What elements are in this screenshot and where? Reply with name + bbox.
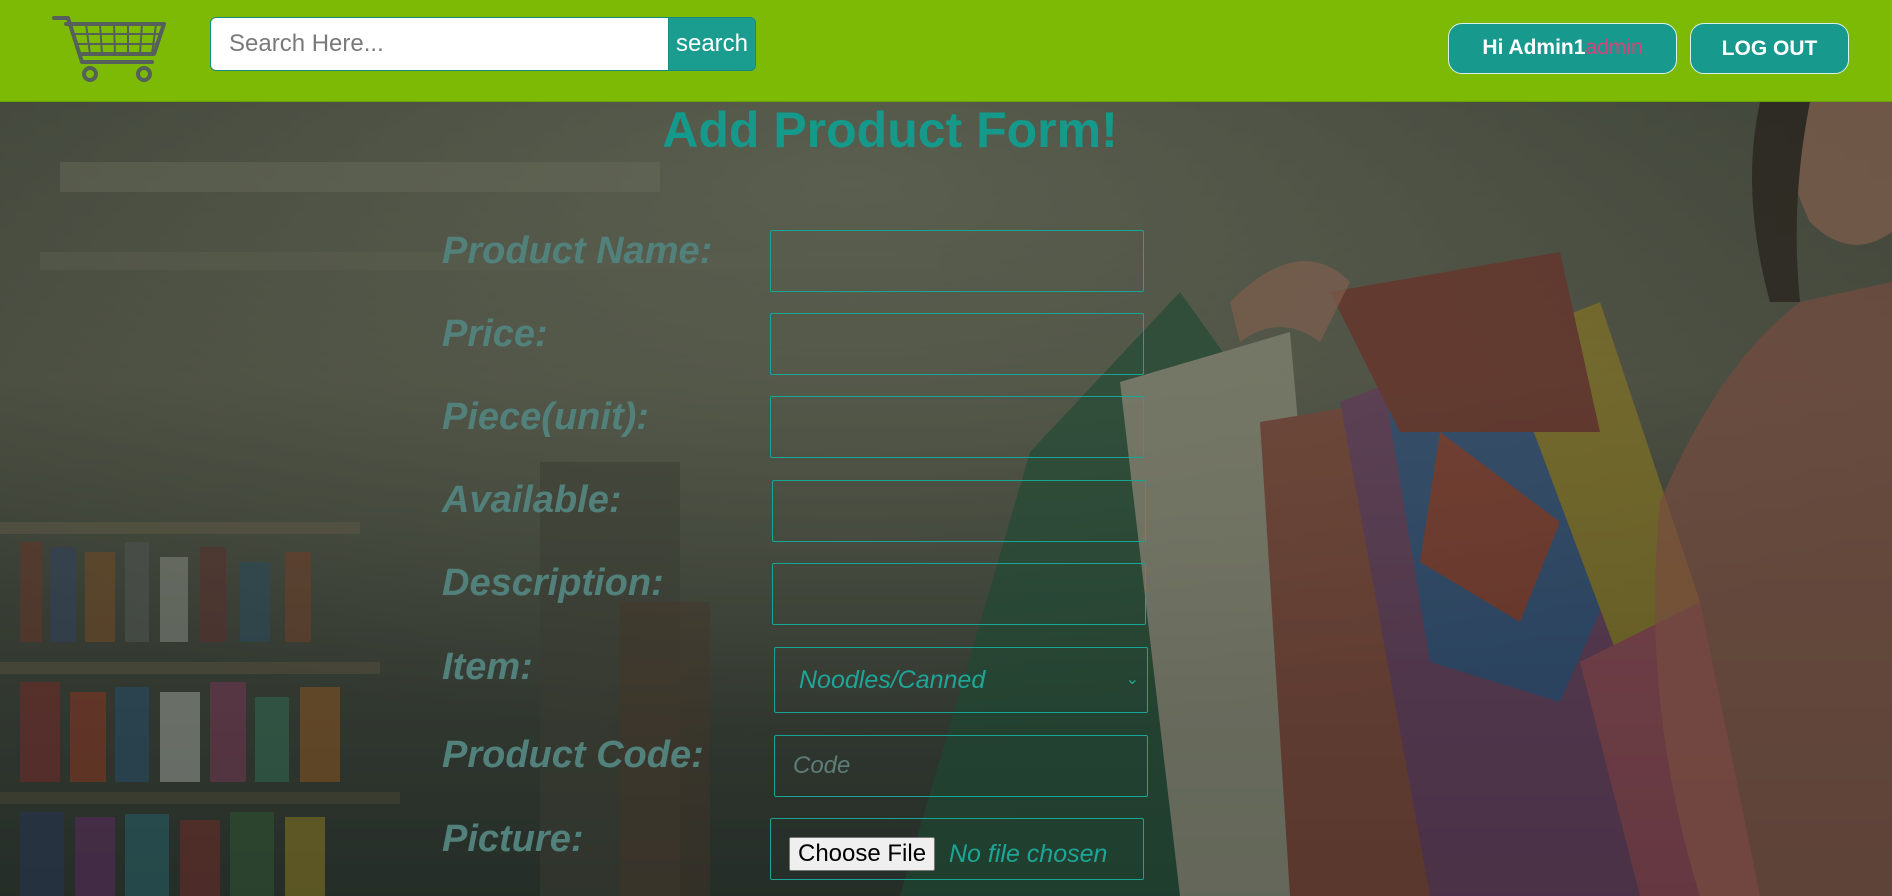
greeting-name: Hi Admin1 <box>1482 36 1586 59</box>
price-label: Price: <box>442 313 548 355</box>
form-title: Add Product Form! <box>662 102 1118 158</box>
product-code-input[interactable] <box>774 735 1148 797</box>
product-name-input[interactable] <box>770 230 1144 292</box>
available-label: Available: <box>442 479 622 521</box>
piece-unit-label: Piece(unit): <box>442 396 649 438</box>
item-select[interactable]: Noodles/Canned ⌄ <box>774 647 1148 713</box>
user-role: admin <box>1585 36 1643 59</box>
user-greeting-button[interactable]: Hi Admin1admin <box>1448 23 1677 74</box>
item-select-value: Noodles/Canned <box>799 666 986 694</box>
piece-unit-input[interactable] <box>770 396 1144 458</box>
product-name-label: Product Name: <box>442 230 713 272</box>
logout-button[interactable]: LOG OUT <box>1690 23 1849 74</box>
available-input[interactable] <box>772 480 1146 542</box>
file-status: No file chosen <box>949 840 1108 868</box>
item-label: Item: <box>442 646 533 688</box>
price-input[interactable] <box>770 313 1144 375</box>
product-code-label: Product Code: <box>442 734 704 776</box>
shopping-cart-icon[interactable] <box>52 14 168 86</box>
description-input[interactable] <box>772 563 1146 625</box>
choose-file-button[interactable]: Choose File <box>789 837 936 871</box>
header-bar: search Hi Admin1admin LOG OUT <box>0 0 1892 102</box>
description-label: Description: <box>442 562 664 604</box>
search-input[interactable] <box>210 17 668 71</box>
search-button[interactable]: search <box>668 17 756 71</box>
picture-label: Picture: <box>442 818 584 860</box>
picture-file-input[interactable]: Choose File No file chosen <box>770 818 1144 880</box>
chevron-down-icon: ⌄ <box>1125 671 1139 688</box>
